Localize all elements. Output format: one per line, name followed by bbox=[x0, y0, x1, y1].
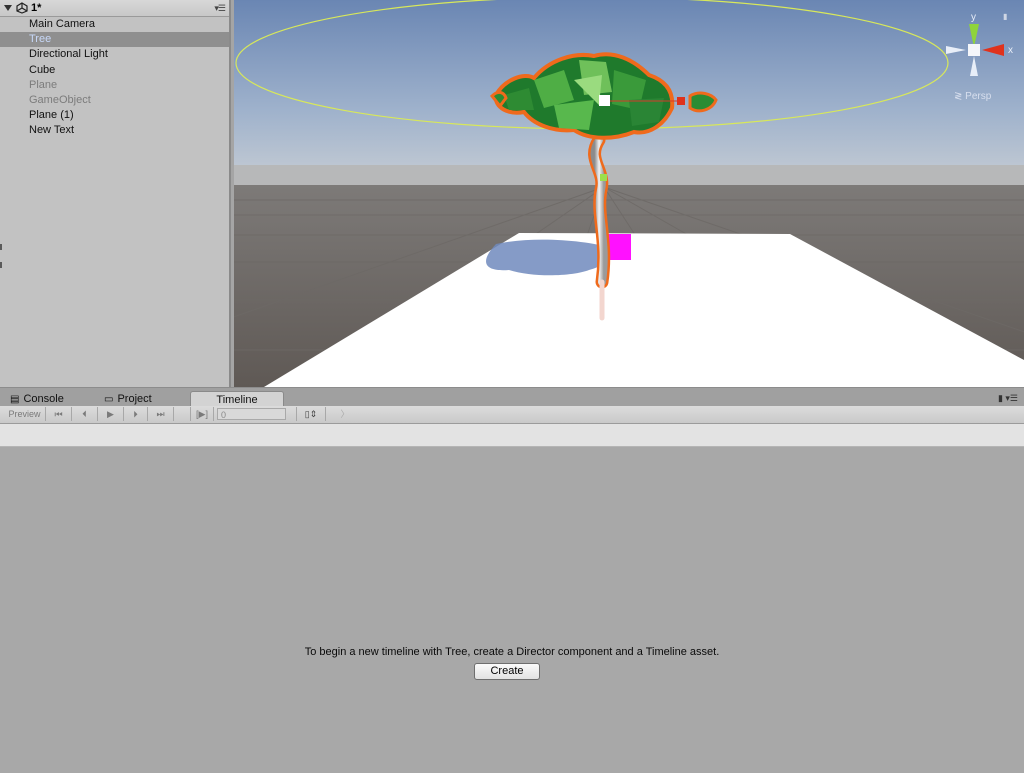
create-button[interactable]: Create bbox=[474, 663, 540, 680]
hierarchy-item-tree[interactable]: Tree bbox=[0, 32, 229, 48]
go-to-start-button[interactable]: ⏮ bbox=[46, 407, 72, 421]
chevron-right-icon: 〉 bbox=[340, 409, 350, 419]
move-handle-y bbox=[600, 174, 607, 181]
gizmo-y-label: y bbox=[971, 12, 976, 23]
hierarchy-item-plane[interactable]: Plane bbox=[0, 78, 229, 93]
hierarchy-header[interactable]: 1* ▾☰ bbox=[0, 0, 229, 17]
unity-scene-icon bbox=[16, 2, 28, 14]
timeline-body bbox=[0, 447, 1024, 773]
scene-view[interactable]: y x ▮ ≷ Persp bbox=[234, 0, 1024, 387]
move-handle-center bbox=[599, 95, 610, 106]
preview-button[interactable]: Preview bbox=[4, 407, 46, 421]
move-handle-x bbox=[677, 97, 685, 105]
timeline-header bbox=[0, 424, 1024, 447]
tab-project[interactable]: ▭ Project bbox=[98, 391, 158, 407]
edge-marker bbox=[0, 262, 2, 268]
frame-field[interactable]: 0 bbox=[217, 408, 286, 420]
scene-name: 1* bbox=[31, 2, 42, 14]
timeline-empty-message: To begin a new timeline with Tree, creat… bbox=[304, 646, 720, 658]
panel-menu-icon[interactable]: ▾☰ bbox=[214, 3, 226, 14]
time-format-dropdown[interactable]: ▯⇕ bbox=[296, 407, 326, 421]
hierarchy-item-cube[interactable]: Cube bbox=[0, 63, 229, 78]
next-frame-button[interactable]: ⏵ bbox=[124, 407, 148, 421]
perspective-label[interactable]: ≷ Persp bbox=[954, 91, 991, 102]
collapse-arrow-icon[interactable] bbox=[4, 5, 12, 11]
tab-project-label: Project bbox=[117, 393, 152, 405]
hierarchy-item-main-camera[interactable]: Main Camera bbox=[0, 17, 229, 32]
previous-frame-button[interactable]: ⏴ bbox=[72, 407, 98, 421]
timeline-toolbar: Preview ⏮ ⏴ ▶ ⏵ ⏭ [▶] 0 ▯⇕ 〉 bbox=[0, 406, 1024, 424]
tab-console-label: Console bbox=[23, 393, 64, 405]
play-range-button[interactable]: [▶] bbox=[190, 407, 214, 421]
edge-marker bbox=[0, 244, 2, 250]
hierarchy-item-new-text[interactable]: New Text bbox=[0, 123, 229, 138]
hierarchy-item-directional-light[interactable]: Directional Light bbox=[0, 47, 229, 62]
tab-timeline[interactable]: Timeline bbox=[190, 391, 284, 407]
bottom-tab-bar: ▤ Console ▭ Project Timeline ▮ ▾☰ bbox=[0, 387, 1024, 407]
tab-timeline-label: Timeline bbox=[216, 394, 258, 406]
hierarchy-item-gameobject[interactable]: GameObject bbox=[0, 93, 229, 108]
go-to-end-button[interactable]: ⏭ bbox=[148, 407, 174, 421]
panel-lock-menu-icon[interactable]: ▮ ▾☰ bbox=[998, 393, 1018, 404]
hierarchy-item-plane-1[interactable]: Plane (1) bbox=[0, 108, 229, 123]
play-button[interactable]: ▶ bbox=[98, 407, 124, 421]
hierarchy-panel: 1* ▾☰ Main Camera Tree Directional Light… bbox=[0, 0, 231, 387]
gizmo-x-label: x bbox=[1008, 45, 1013, 56]
scene-viewport[interactable]: y x bbox=[234, 0, 1024, 387]
gizmo-center-cube bbox=[968, 44, 980, 56]
tab-console[interactable]: ▤ Console bbox=[4, 391, 70, 407]
lock-icon[interactable]: ▮ bbox=[1003, 12, 1007, 21]
horizon-haze bbox=[234, 165, 1024, 187]
